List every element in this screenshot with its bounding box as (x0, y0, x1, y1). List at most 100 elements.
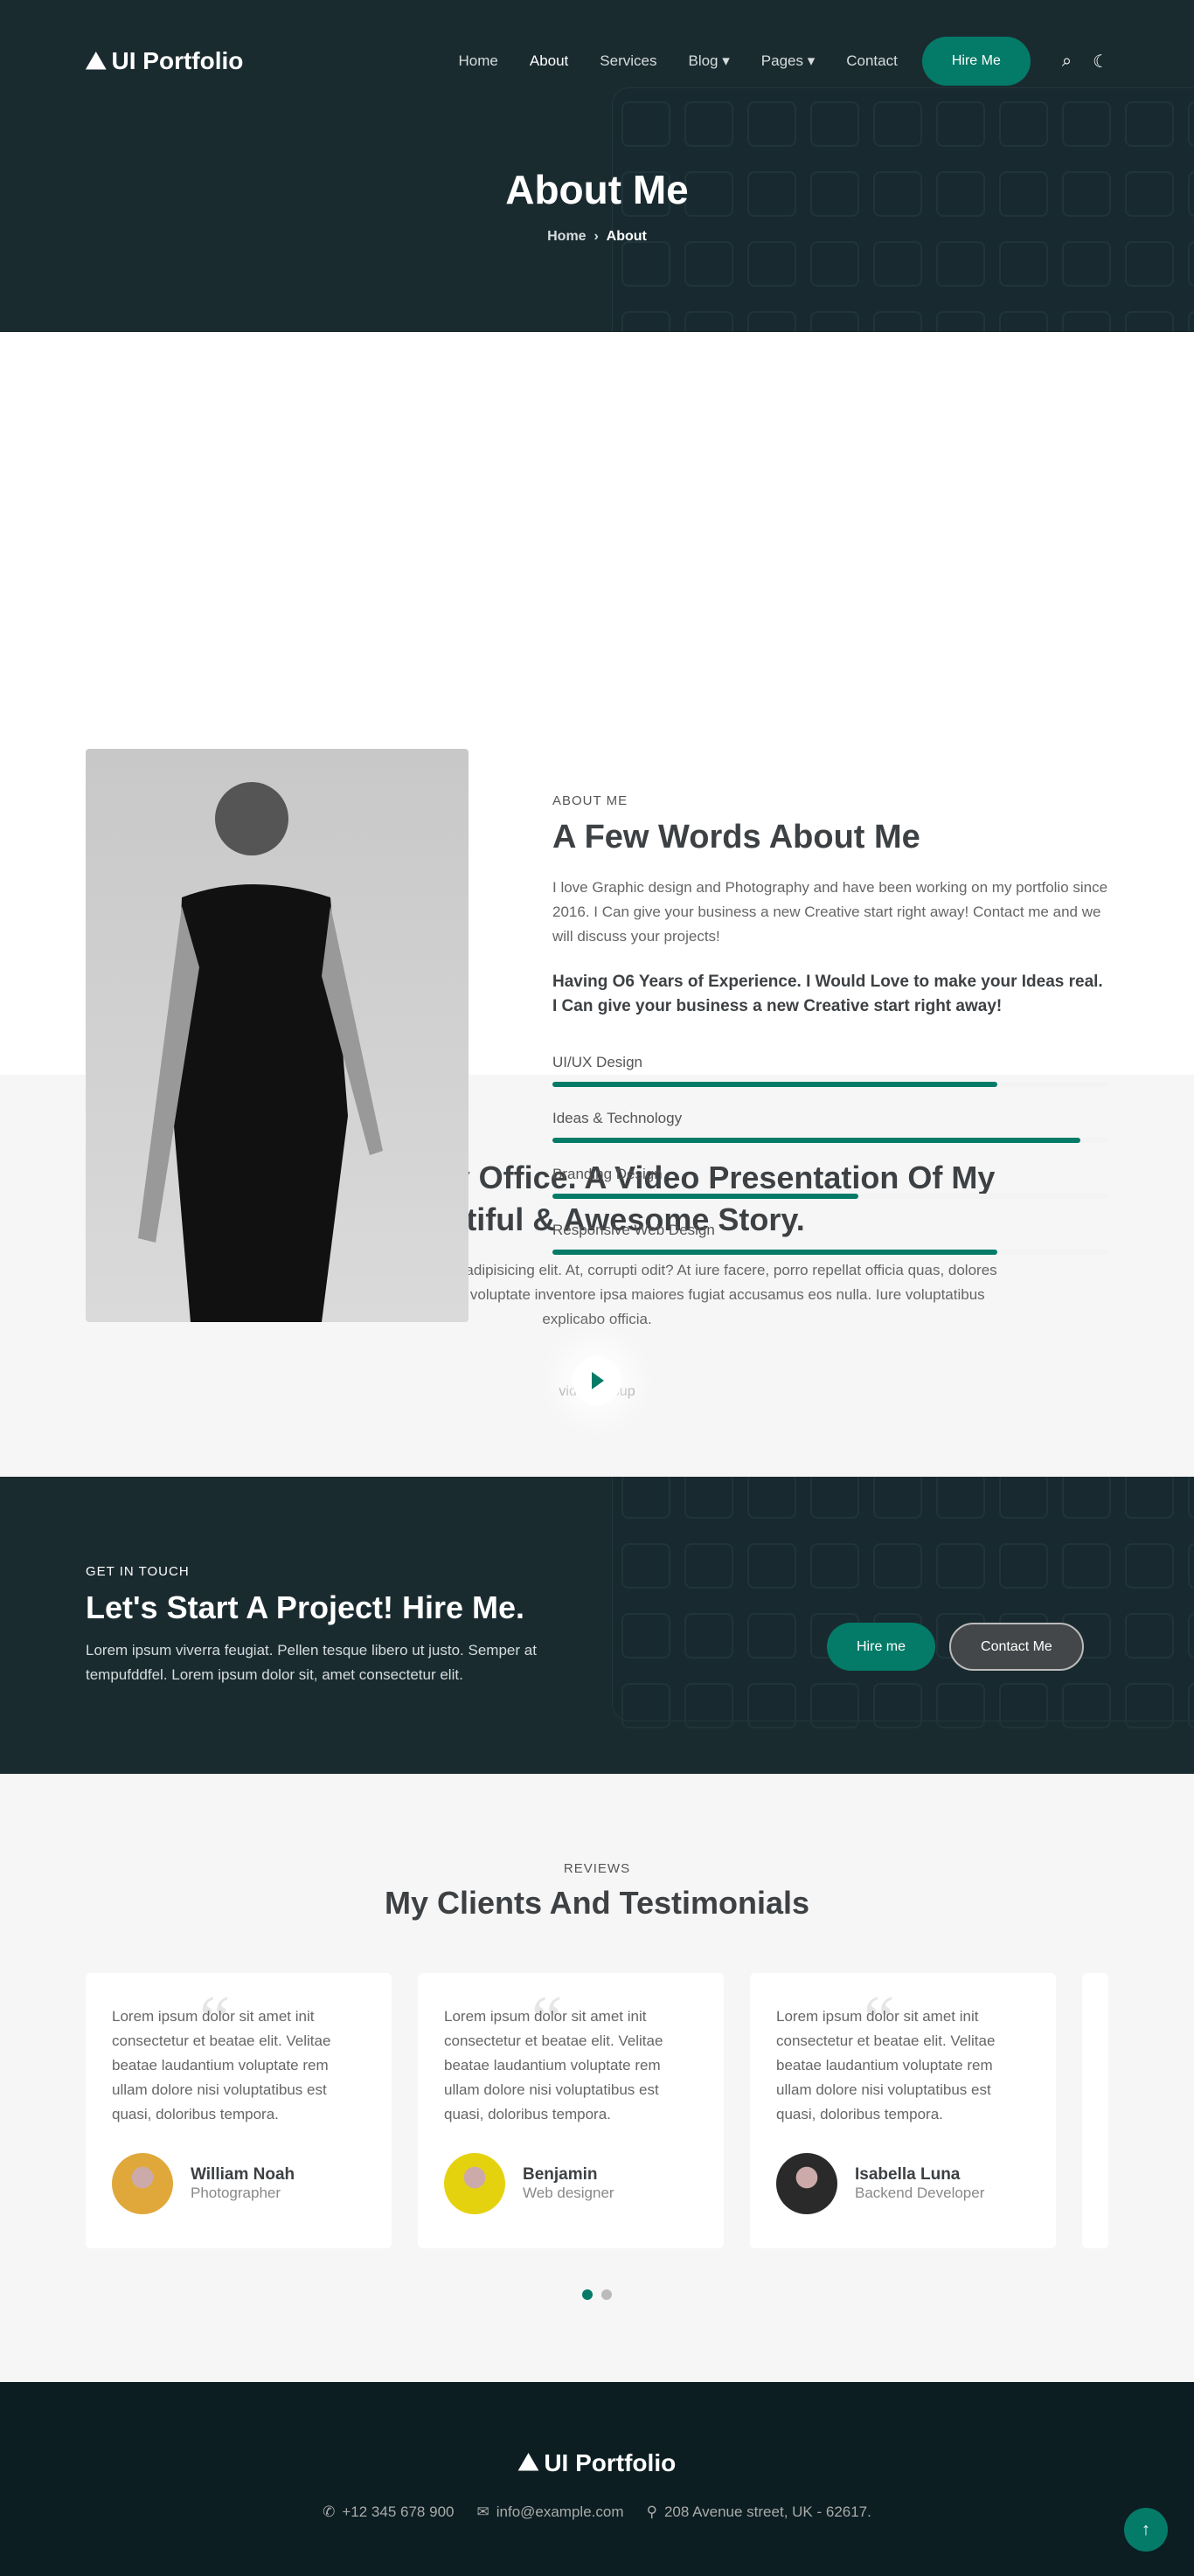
mail-icon: ✉ (476, 2503, 489, 2520)
nav-blog[interactable]: Blog ▾ (688, 52, 729, 70)
keyboard-key (810, 1683, 859, 1728)
navbar: ⛰ UI Portfolio Home About Services Blog ▾… (86, 33, 1108, 89)
keyboard-key (936, 1543, 985, 1589)
keyboard-key (1188, 241, 1194, 287)
footer: ⛰ UI Portfolio ✆ +12 345 678 900 ✉ info@exa… (0, 2382, 1194, 2576)
keyboard-key (1125, 311, 1174, 332)
nav-services[interactable]: Services (600, 52, 656, 70)
contact-me-button[interactable]: Contact Me (949, 1623, 1084, 1671)
keyboard-key (1125, 101, 1174, 147)
cta-title: Let's Start A Project! Hire Me. (86, 1589, 525, 1625)
chevron-down-icon: ▾ (802, 52, 816, 69)
nav-contact[interactable]: Contact (846, 52, 898, 70)
search-icon[interactable]: ⌕ (1062, 52, 1072, 72)
skill-label: Ideas & Technology (552, 1110, 683, 1126)
hire-me-cta-button[interactable]: Hire me (827, 1623, 936, 1671)
keyboard-key (810, 1543, 859, 1589)
client-name: William Noah (191, 2165, 295, 2184)
keyboard-key (621, 311, 670, 332)
moon-icon[interactable]: ☾ (1093, 51, 1108, 73)
keyboard-key (1125, 1613, 1174, 1658)
keyboard-key (810, 101, 859, 147)
client-role: Backend Developer (855, 2185, 985, 2201)
testimonial-card: “Lorem ipsum dolor sit amet init consect… (86, 1973, 392, 2248)
testimonial-text: Lorem ipsum dolor sit amet init consecte… (444, 2008, 663, 2122)
keyboard-key (1188, 1613, 1194, 1658)
keyboard-key (873, 101, 922, 147)
nav-about[interactable]: About (530, 52, 568, 70)
keyboard-key (936, 1477, 985, 1519)
keyboard-key (684, 1477, 733, 1519)
chevron-down-icon: ▾ (718, 52, 730, 69)
carousel-dot-1[interactable] (582, 2289, 593, 2300)
avatar (112, 2153, 173, 2214)
client-name: Isabella Luna (855, 2165, 961, 2184)
breadcrumb-home[interactable]: Home (547, 229, 586, 244)
keyboard-key (1125, 241, 1174, 287)
logo[interactable]: ⛰ UI Portfolio (86, 47, 243, 76)
footer-address: ⚲ 208 Avenue street, UK - 62617. (646, 2503, 871, 2520)
nav-pages[interactable]: Pages ▾ (761, 52, 815, 70)
footer-phone[interactable]: ✆ +12 345 678 900 (323, 2503, 454, 2521)
client-role: Photographer (191, 2185, 281, 2201)
carousel-dot-2[interactable] (601, 2289, 612, 2300)
keyboard-key (747, 1477, 796, 1519)
footer-email[interactable]: ✉ info@example.com (476, 2503, 623, 2521)
keyboard-key (1062, 101, 1111, 147)
keyboard-key (810, 1477, 859, 1519)
scroll-top-button[interactable]: ↑ (1124, 2508, 1168, 2552)
skill-label: UI/UX Design (552, 1054, 642, 1070)
reviews-eyebrow: REVIEWS (563, 1861, 631, 1876)
keyboard-key (1062, 311, 1111, 332)
arrow-up-icon: ↑ (1142, 2519, 1150, 2539)
skill-bar-fill (552, 1082, 997, 1087)
keyboard-key (1062, 1683, 1111, 1728)
keyboard-key (873, 311, 922, 332)
phone-icon: ✆ (323, 2503, 336, 2520)
skill-item: UI/UX Design (552, 1054, 1108, 1087)
play-icon[interactable] (573, 1356, 621, 1405)
avatar (444, 2153, 505, 2214)
keyboard-key (621, 101, 670, 147)
hire-me-button[interactable]: Hire Me (921, 37, 1031, 86)
keyboard-key (684, 241, 733, 287)
keyboard-key (1062, 1543, 1111, 1589)
keyboard-key (684, 101, 733, 147)
keyboard-key (1188, 1683, 1194, 1728)
keyboard-key (999, 1683, 1048, 1728)
video-popup[interactable]: video popup (536, 1356, 658, 1409)
testimonial-text: Lorem ipsum dolor sit amet init consecte… (776, 2008, 996, 2122)
keyboard-key (747, 241, 796, 287)
testimonial-card: “Lorem ipsum dolor sit amet init consect… (750, 1973, 1056, 2248)
logo-icon: ⛰ (86, 46, 107, 74)
breadcrumb-current: About (606, 229, 647, 244)
keyboard-key (936, 241, 985, 287)
keyboard-key (747, 1683, 796, 1728)
keyboard-key (621, 1683, 670, 1728)
keyboard-key (684, 1613, 733, 1658)
keyboard-key (999, 311, 1048, 332)
keyboard-key (999, 1543, 1048, 1589)
skill-bar-fill (552, 1138, 1081, 1143)
keyboard-key (1062, 241, 1111, 287)
client-role: Web designer (523, 2185, 614, 2201)
testimonial-card: “Lorem ipsum dolor sit amet init consect… (418, 1973, 724, 2248)
keyboard-key (621, 241, 670, 287)
experience-text: Having O6 Years of Experience. I Would L… (552, 973, 1103, 1015)
keyboard-key (747, 1613, 796, 1658)
cta-section: GET IN TOUCH Let's Start A Project! Hire… (0, 1477, 1194, 1774)
testimonials-section: REVIEWS My Clients And Testimonials “Lor… (0, 1774, 1194, 2382)
keyboard-key (873, 241, 922, 287)
footer-logo[interactable]: ⛰ UI Portfolio (0, 2382, 1194, 2477)
about-paragraph: I love Graphic design and Photography an… (552, 879, 1108, 945)
breadcrumb: Home › About (547, 229, 647, 244)
skill-bar (552, 1138, 1108, 1143)
map-pin-icon: ⚲ (646, 2503, 657, 2520)
skill-bar (552, 1082, 1108, 1087)
avatar (776, 2153, 837, 2214)
keyboard-key (873, 1477, 922, 1519)
section-eyebrow: ABOUT ME (552, 793, 628, 808)
nav-home[interactable]: Home (459, 52, 498, 70)
keyboard-key (1188, 311, 1194, 332)
keyboard-key (999, 1477, 1048, 1519)
